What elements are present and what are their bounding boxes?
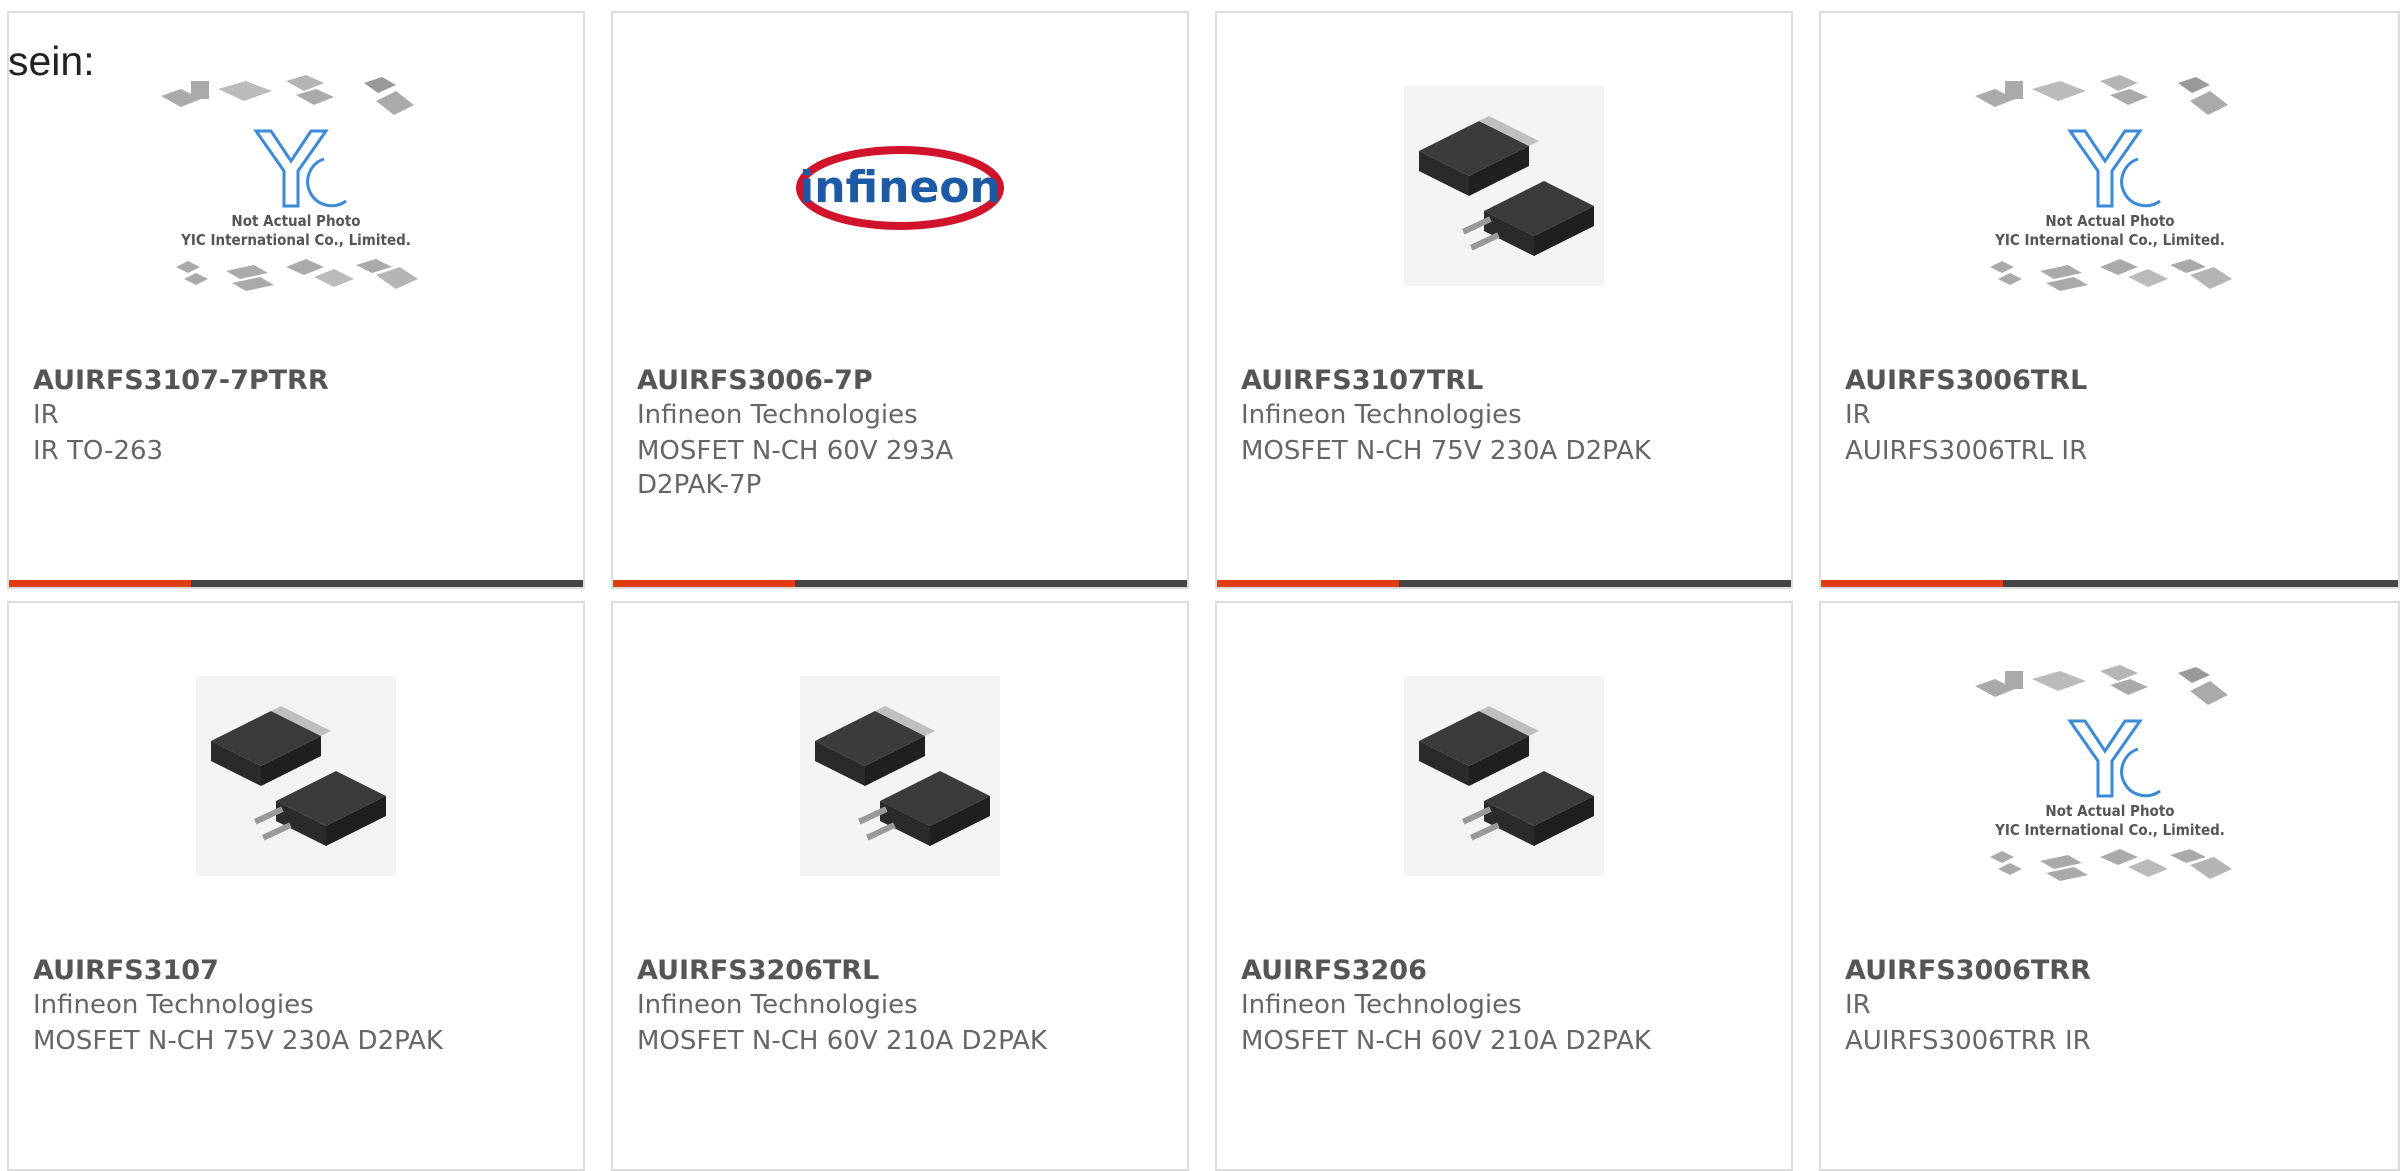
- description: IR TO-263: [33, 436, 164, 466]
- description: MOSFET N-CH 60V 210A D2PAK: [637, 1026, 1047, 1056]
- product-card[interactable]: AUIRFS3107 Infineon Technologies MOSFET …: [7, 601, 585, 1171]
- description: MOSFET N-CH 60V 210A D2PAK: [1241, 1026, 1651, 1056]
- description: MOSFET N-CH 75V 230A D2PAK: [33, 1026, 443, 1056]
- product-card[interactable]: Not Actual Photo YIC International Co., …: [1819, 601, 2400, 1171]
- product-image[interactable]: Not Actual Photo YIC International Co., …: [1821, 665, 2398, 881]
- product-card[interactable]: infineon AUIRFS3006-7P Infineon Technolo…: [611, 11, 1189, 589]
- placeholder-caption-2: YIC International Co., Limited.: [1994, 231, 2225, 249]
- part-number[interactable]: AUIRFS3206: [1241, 955, 1427, 986]
- manufacturer: Infineon Technologies: [637, 400, 918, 430]
- d2pak-package-image: [1404, 86, 1604, 286]
- yic-placeholder-image: Not Actual Photo YIC International Co., …: [161, 75, 418, 291]
- placeholder-caption-2: YIC International Co., Limited.: [180, 231, 411, 249]
- part-number[interactable]: AUIRFS3206TRL: [637, 955, 879, 986]
- product-card[interactable]: AUIRFS3206 Infineon Technologies MOSFET …: [1215, 601, 1793, 1171]
- card-bar: [613, 580, 1187, 587]
- description: MOSFET N-CH 75V 230A D2PAK: [1241, 436, 1651, 466]
- manufacturer: Infineon Technologies: [33, 990, 314, 1020]
- card-bar: [9, 580, 583, 587]
- product-card[interactable]: AUIRFS3107TRL Infineon Technologies MOSF…: [1215, 11, 1793, 589]
- part-number[interactable]: AUIRFS3107: [33, 955, 219, 986]
- product-image[interactable]: Not Actual Photo YIC International Co., …: [1821, 75, 2398, 291]
- manufacturer: Infineon Technologies: [637, 990, 918, 1020]
- card-bar-accent: [1821, 580, 2003, 587]
- placeholder-caption-1: Not Actual Photo: [2045, 802, 2174, 820]
- card-bar-accent: [9, 580, 191, 587]
- infineon-logo: infineon: [796, 146, 1004, 230]
- intro-text: sein:: [8, 38, 95, 84]
- card-bar: [1217, 580, 1791, 587]
- description: MOSFET N-CH 60V 293A D2PAK-7P: [637, 436, 954, 500]
- part-number[interactable]: AUIRFS3006-7P: [637, 365, 873, 396]
- placeholder-caption-1: Not Actual Photo: [231, 212, 360, 230]
- product-image[interactable]: [613, 671, 1187, 881]
- card-bar-accent: [1217, 580, 1399, 587]
- product-image[interactable]: [9, 671, 583, 881]
- placeholder-caption-1: Not Actual Photo: [2045, 212, 2174, 230]
- product-card[interactable]: Not Actual Photo YIC International Co., …: [7, 11, 585, 589]
- manufacturer: Infineon Technologies: [1241, 990, 1522, 1020]
- d2pak-package-image: [800, 676, 1000, 876]
- product-card[interactable]: AUIRFS3206TRL Infineon Technologies MOSF…: [611, 601, 1189, 1171]
- d2pak-package-image: [196, 676, 396, 876]
- infineon-logo-text: infineon: [799, 162, 1001, 213]
- product-image[interactable]: [1217, 671, 1791, 881]
- card-bar: [1821, 580, 2398, 587]
- product-image[interactable]: [1217, 81, 1791, 291]
- part-number[interactable]: AUIRFS3006TRL: [1845, 365, 2087, 396]
- yic-placeholder-image: Not Actual Photo YIC International Co., …: [1974, 665, 2232, 881]
- product-card[interactable]: Not Actual Photo YIC International Co., …: [1819, 11, 2400, 589]
- manufacturer: IR: [1845, 990, 1871, 1020]
- product-image[interactable]: Not Actual Photo YIC International Co., …: [9, 75, 583, 291]
- manufacturer: Infineon Technologies: [1241, 400, 1522, 430]
- product-image[interactable]: infineon: [613, 81, 1187, 291]
- yic-placeholder-image: Not Actual Photo YIC International Co., …: [1974, 75, 2232, 291]
- part-number[interactable]: AUIRFS3006TRR: [1845, 955, 2091, 986]
- description: AUIRFS3006TRL IR: [1845, 436, 2088, 466]
- part-number[interactable]: AUIRFS3107TRL: [1241, 365, 1483, 396]
- placeholder-caption-2: YIC International Co., Limited.: [1994, 821, 2225, 839]
- d2pak-package-image: [1404, 676, 1604, 876]
- card-bar-accent: [613, 580, 795, 587]
- manufacturer: IR: [33, 400, 59, 430]
- manufacturer: IR: [1845, 400, 1871, 430]
- description: AUIRFS3006TRR IR: [1845, 1026, 2091, 1056]
- part-number[interactable]: AUIRFS3107-7PTRR: [33, 365, 329, 396]
